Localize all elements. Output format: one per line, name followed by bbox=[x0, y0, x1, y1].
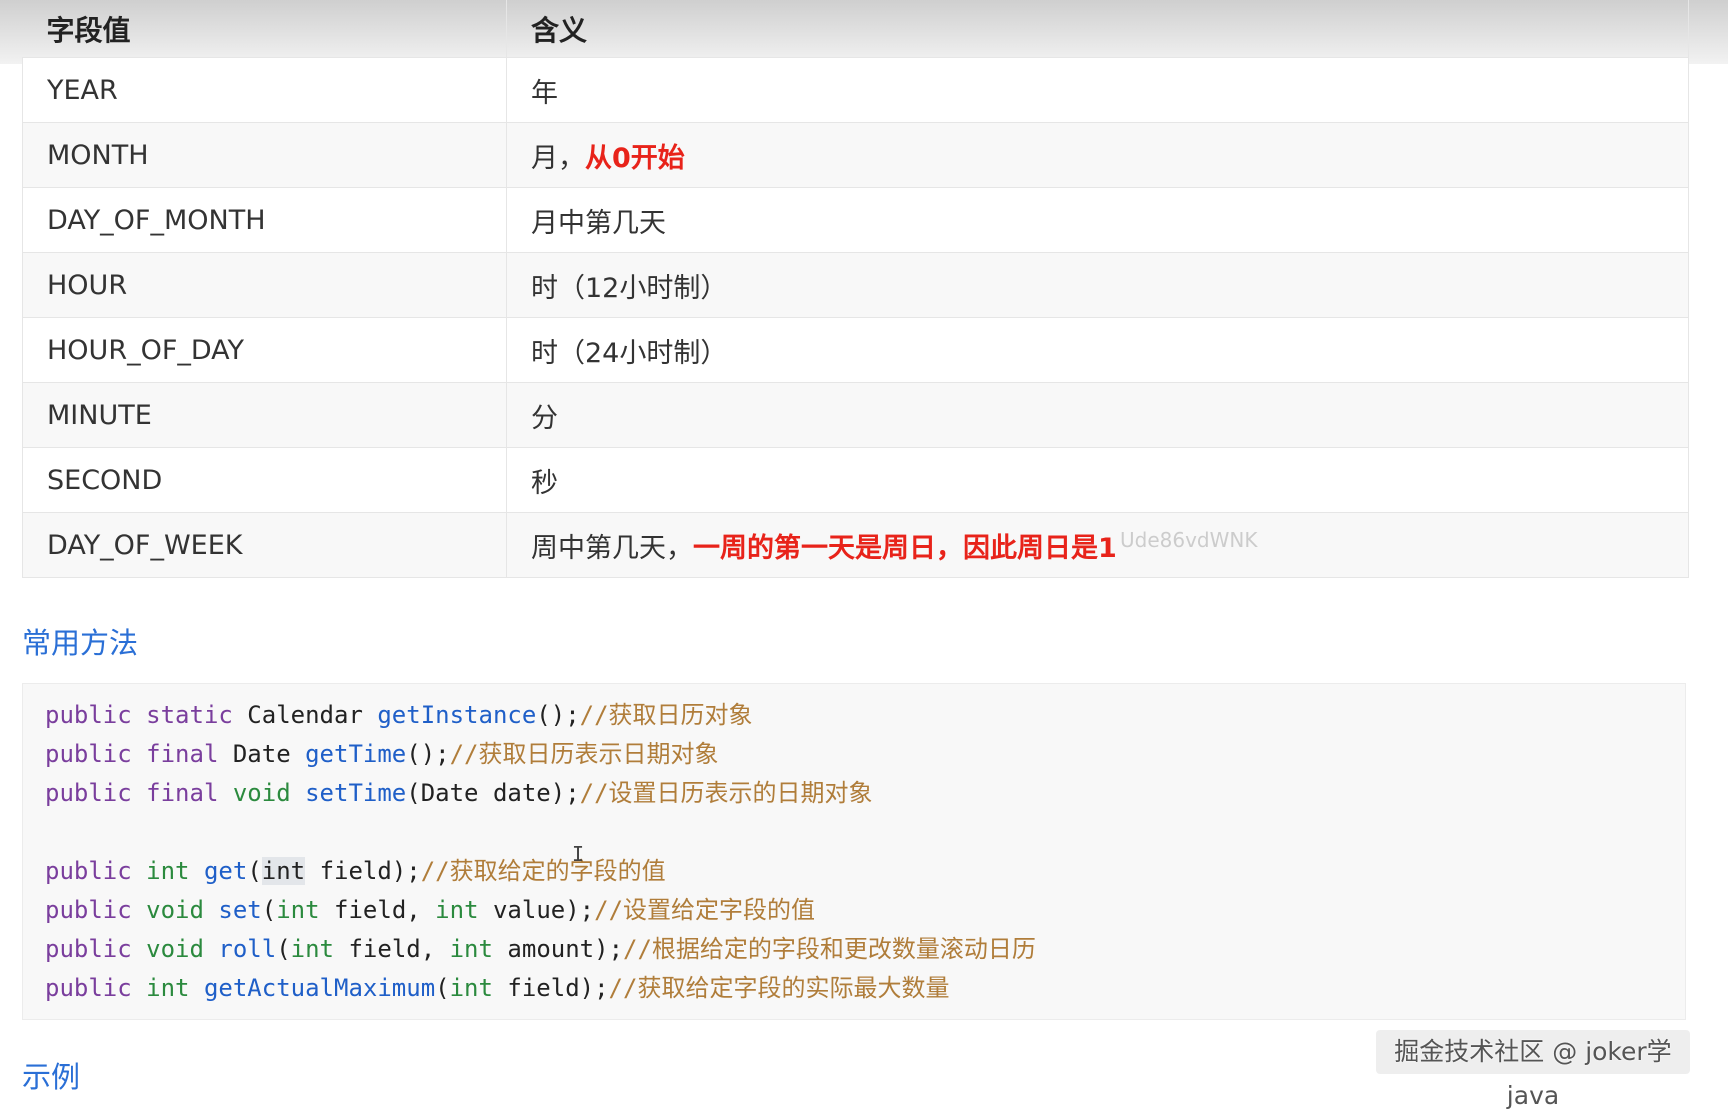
code-token: public bbox=[45, 974, 147, 1002]
code-line: public final Date getTime();//获取日历表示日期对象 bbox=[45, 735, 719, 774]
code-token: int bbox=[449, 935, 493, 963]
code-token: (); bbox=[406, 740, 450, 768]
code-token: roll bbox=[218, 935, 277, 963]
field-meaning-cell: 分 bbox=[506, 382, 1689, 448]
code-token: amount); bbox=[492, 935, 624, 963]
table-row: HOUR_OF_DAY 时（24小时制） bbox=[22, 317, 1689, 383]
code-token: field); bbox=[305, 857, 421, 885]
table-row: MONTH 月，从0开始 bbox=[22, 122, 1689, 188]
field-name-cell: DAY_OF_MONTH bbox=[22, 187, 507, 253]
meaning-emphasis: 从0开始 bbox=[585, 142, 685, 174]
code-token: getActualMaximum bbox=[203, 974, 436, 1002]
code-token: Calendar bbox=[247, 701, 378, 729]
field-name-cell: YEAR bbox=[22, 57, 507, 123]
code-token: Date bbox=[232, 740, 306, 768]
table-row: MINUTE 分 bbox=[22, 382, 1689, 448]
table-header-row: 字段值 含义 bbox=[22, 0, 1689, 58]
code-token: set bbox=[218, 896, 262, 924]
meaning-text: 分 bbox=[531, 402, 558, 434]
code-token: ( bbox=[261, 896, 277, 924]
section-title-methods: 常用方法 bbox=[22, 626, 139, 660]
code-token: int bbox=[449, 974, 493, 1002]
code-token: public static bbox=[45, 701, 248, 729]
code-token: field); bbox=[492, 974, 609, 1002]
code-token: int bbox=[435, 896, 479, 924]
meaning-text: 月中第几天 bbox=[531, 207, 666, 239]
code-token: //根据给定的字段和更改数量滚动日历 bbox=[623, 935, 1036, 963]
field-name-cell: MONTH bbox=[22, 122, 507, 188]
code-token: public bbox=[45, 857, 147, 885]
code-line: public final void setTime(Date date);//设… bbox=[45, 774, 873, 813]
column-header-field: 字段值 bbox=[22, 0, 507, 58]
field-name-cell: DAY_OF_WEEK bbox=[22, 512, 507, 578]
code-token: public bbox=[45, 935, 147, 963]
code-token: int bbox=[276, 896, 320, 924]
code-token: (Date date); bbox=[406, 779, 580, 807]
meaning-text: 秒 bbox=[531, 467, 558, 499]
field-meaning-cell: 月中第几天 bbox=[506, 187, 1689, 253]
code-token: int bbox=[146, 974, 204, 1002]
field-name-cell: HOUR_OF_DAY bbox=[22, 317, 507, 383]
code-token: int bbox=[290, 935, 335, 963]
field-name-cell: MINUTE bbox=[22, 382, 507, 448]
code-line: public void roll(int field, int amount);… bbox=[45, 930, 1036, 969]
meaning-text: 月， bbox=[531, 142, 585, 174]
code-token: ( bbox=[276, 935, 291, 963]
table-row: DAY_OF_WEEK 周中第几天，一周的第一天是周日，因此周日是1 bbox=[22, 512, 1689, 578]
field-meaning-cell: 周中第几天，一周的第一天是周日，因此周日是1 bbox=[506, 512, 1689, 578]
code-token: //设置日历表示的日期对象 bbox=[579, 779, 873, 807]
code-token: //获取给定的字段的值 bbox=[420, 857, 666, 885]
source-badge: 掘金技术社区 @ joker学java bbox=[1376, 1030, 1690, 1110]
code-token: //获取日历对象 bbox=[579, 701, 753, 729]
code-token: //设置给定字段的值 bbox=[594, 896, 816, 924]
section-title-example: 示例 bbox=[22, 1060, 81, 1094]
code-token: value); bbox=[478, 896, 595, 924]
column-header-meaning: 含义 bbox=[506, 0, 1689, 58]
code-token: ( bbox=[247, 857, 262, 885]
text-cursor-icon: I bbox=[572, 842, 585, 866]
watermark: Ude86vdWNK bbox=[1120, 528, 1258, 552]
code-token: getTime bbox=[305, 740, 407, 768]
meaning-text: 周中第几天， bbox=[531, 532, 693, 564]
code-token: ( bbox=[435, 974, 450, 1002]
field-meaning-cell: 月，从0开始 bbox=[506, 122, 1689, 188]
field-meaning-cell: 时（24小时制） bbox=[506, 317, 1689, 383]
table-row: HOUR 时（12小时制） bbox=[22, 252, 1689, 318]
meaning-text: 年 bbox=[531, 77, 558, 109]
code-token: int bbox=[261, 857, 306, 885]
code-line: public int getActualMaximum(int field);/… bbox=[45, 969, 949, 1008]
meaning-text: 时（12小时制） bbox=[531, 272, 728, 304]
table-row: SECOND 秒 bbox=[22, 447, 1689, 513]
code-block: public static Calendar getInstance();//获… bbox=[22, 683, 1686, 1020]
field-meaning-cell: 秒 bbox=[506, 447, 1689, 513]
calendar-fields-table: 字段值 含义 YEAR 年 MONTH 月，从0开始 DAY_OF_MONTH 月中第几天… bbox=[22, 0, 1689, 578]
code-token: //获取给定字段的实际最大数量 bbox=[608, 974, 950, 1002]
code-token: public bbox=[45, 896, 147, 924]
field-name-cell: HOUR bbox=[22, 252, 507, 318]
code-token: get bbox=[203, 857, 248, 885]
code-token: public final bbox=[45, 740, 233, 768]
table-row: DAY_OF_MONTH 月中第几天 bbox=[22, 187, 1689, 253]
code-token: setTime bbox=[305, 779, 407, 807]
code-token: int bbox=[146, 857, 204, 885]
meaning-emphasis: 一周的第一天是周日，因此周日是1 bbox=[693, 532, 1117, 564]
code-token: field, bbox=[319, 896, 436, 924]
code-token: //获取日历表示日期对象 bbox=[449, 740, 719, 768]
code-token: void bbox=[232, 779, 306, 807]
code-token: field, bbox=[334, 935, 450, 963]
code-line: public static Calendar getInstance();//获… bbox=[45, 696, 753, 735]
field-meaning-cell: 年 bbox=[506, 57, 1689, 123]
code-token: public final bbox=[45, 779, 233, 807]
field-meaning-cell: 时（12小时制） bbox=[506, 252, 1689, 318]
code-line: public void set(int field, int value);//… bbox=[45, 891, 815, 930]
code-token: (); bbox=[536, 701, 580, 729]
meaning-text: 时（24小时制） bbox=[531, 337, 728, 369]
table-row: YEAR 年 bbox=[22, 57, 1689, 123]
code-token: void bbox=[146, 896, 219, 924]
code-token: getInstance bbox=[377, 701, 537, 729]
field-name-cell: SECOND bbox=[22, 447, 507, 513]
code-token: void bbox=[146, 935, 219, 963]
